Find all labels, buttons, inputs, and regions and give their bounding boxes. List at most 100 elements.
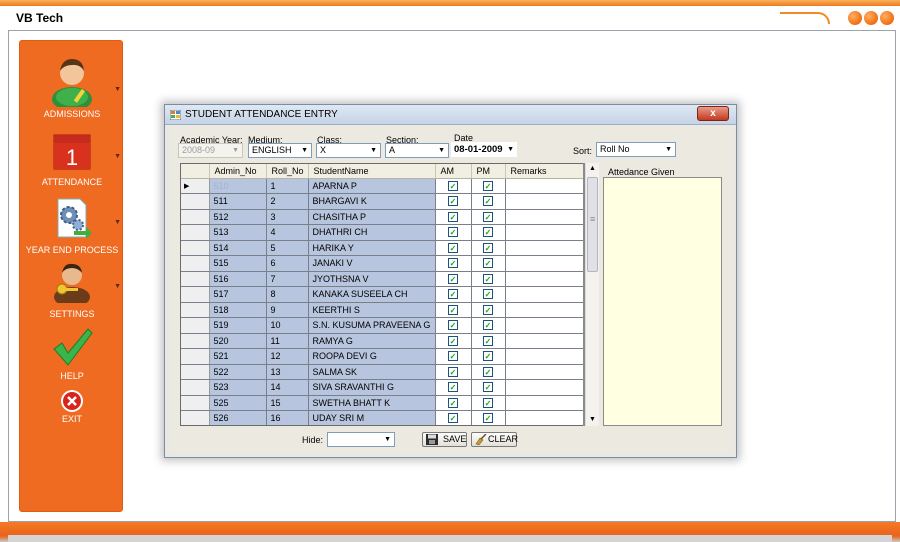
row-header[interactable] — [181, 395, 210, 411]
table-row[interactable]: 515 6 JANAKI V ✓ ✓ — [181, 255, 584, 272]
cell-admin-no[interactable]: 511 — [209, 193, 267, 210]
cell-admin-no[interactable]: 523 — [209, 379, 267, 396]
am-checkbox[interactable]: ✓ — [448, 196, 458, 207]
row-header[interactable] — [181, 255, 210, 272]
table-row[interactable]: 513 4 DHATHRI CH ✓ ✓ — [181, 224, 584, 241]
cell-student-name[interactable]: RAMYA G — [308, 333, 436, 349]
table-row[interactable]: 519 10 S.N. KUSUMA PRAVEENA G ✓ ✓ — [181, 317, 584, 334]
cell-admin-no[interactable]: 514 — [209, 240, 267, 256]
cell-admin-no[interactable]: 522 — [209, 364, 267, 380]
table-row[interactable]: 522 13 SALMA SK ✓ ✓ — [181, 364, 584, 380]
sidebar-item-attendance[interactable]: 1 ATTENDANCE ▼ — [20, 131, 124, 187]
table-row[interactable]: 525 15 SWETHA BHATT K ✓ ✓ — [181, 395, 584, 411]
pm-checkbox[interactable]: ✓ — [483, 366, 493, 377]
cell-roll-no[interactable]: 1 — [266, 178, 309, 194]
cell-roll-no[interactable]: 9 — [266, 302, 309, 318]
row-header[interactable] — [181, 193, 210, 210]
cell-roll-no[interactable]: 11 — [266, 333, 309, 349]
column-header-pm[interactable]: PM — [471, 164, 506, 179]
scroll-thumb[interactable] — [587, 177, 598, 272]
table-row[interactable]: 511 2 BHARGAVI K ✓ ✓ — [181, 193, 584, 210]
am-checkbox[interactable]: ✓ — [448, 304, 458, 315]
row-header[interactable] — [181, 317, 210, 334]
hide-select[interactable]: ▼ — [327, 432, 395, 447]
academic-year-select[interactable]: 2008-09 ▼ — [178, 143, 243, 158]
cell-remarks[interactable] — [505, 178, 584, 194]
pm-checkbox[interactable]: ✓ — [483, 227, 493, 238]
cell-remarks[interactable] — [505, 286, 584, 303]
cell-remarks[interactable] — [505, 240, 584, 256]
cell-student-name[interactable]: HARIKA Y — [308, 240, 436, 256]
medium-select[interactable]: ENGLISH ▼ — [248, 143, 312, 158]
cell-roll-no[interactable]: 15 — [266, 395, 309, 411]
am-checkbox[interactable]: ✓ — [448, 180, 458, 191]
row-header[interactable] — [181, 302, 210, 318]
cell-student-name[interactable]: KEERTHI S — [308, 302, 436, 318]
save-button[interactable]: SAVE — [422, 432, 467, 447]
cell-roll-no[interactable]: 10 — [266, 317, 309, 334]
table-row[interactable]: 520 11 RAMYA G ✓ ✓ — [181, 333, 584, 349]
cell-remarks[interactable] — [505, 317, 584, 334]
cell-admin-no[interactable]: 517 — [209, 286, 267, 303]
pm-checkbox[interactable]: ✓ — [483, 335, 493, 346]
pm-checkbox[interactable]: ✓ — [483, 320, 493, 331]
cell-student-name[interactable]: JYOTHSNA V — [308, 271, 436, 287]
am-checkbox[interactable]: ✓ — [448, 258, 458, 269]
table-row[interactable]: ▶ 510 1 APARNA P ✓ ✓ — [181, 178, 584, 194]
am-checkbox[interactable]: ✓ — [448, 211, 458, 222]
am-checkbox[interactable]: ✓ — [448, 273, 458, 284]
cell-student-name[interactable]: UDAY SRI M — [308, 410, 436, 425]
cell-remarks[interactable] — [505, 224, 584, 241]
pm-checkbox[interactable]: ✓ — [483, 413, 493, 424]
cell-student-name[interactable]: CHASITHA P — [308, 209, 436, 225]
attendance-grid[interactable]: Admin_No Roll_No StudentName AM PM Remar… — [180, 163, 599, 426]
cell-admin-no[interactable]: 520 — [209, 333, 267, 349]
date-picker[interactable]: 08-01-2009 ▼ — [451, 142, 517, 157]
pm-checkbox[interactable]: ✓ — [483, 351, 493, 362]
am-checkbox[interactable]: ✓ — [448, 227, 458, 238]
close-window-button[interactable] — [880, 11, 894, 25]
cell-remarks[interactable] — [505, 379, 584, 396]
sidebar-item-admissions[interactable]: ADMISSIONS ▼ — [20, 55, 124, 119]
cell-remarks[interactable] — [505, 333, 584, 349]
pm-checkbox[interactable]: ✓ — [483, 196, 493, 207]
table-row[interactable]: 512 3 CHASITHA P ✓ ✓ — [181, 209, 584, 225]
sidebar-item-year-end-process[interactable]: YEAR END PROCESS ▼ — [20, 197, 124, 255]
cell-roll-no[interactable]: 3 — [266, 209, 309, 225]
row-header[interactable] — [181, 240, 210, 256]
cell-roll-no[interactable]: 14 — [266, 379, 309, 396]
am-checkbox[interactable]: ✓ — [448, 382, 458, 393]
pm-checkbox[interactable]: ✓ — [483, 180, 493, 191]
column-header-roll-no[interactable]: Roll_No — [266, 164, 309, 179]
row-header[interactable] — [181, 209, 210, 225]
row-header[interactable] — [181, 271, 210, 287]
pm-checkbox[interactable]: ✓ — [483, 242, 493, 253]
cell-remarks[interactable] — [505, 209, 584, 225]
column-header-am[interactable]: AM — [435, 164, 472, 179]
table-row[interactable]: 514 5 HARIKA Y ✓ ✓ — [181, 240, 584, 256]
am-checkbox[interactable]: ✓ — [448, 320, 458, 331]
cell-admin-no[interactable]: 526 — [209, 410, 267, 425]
table-row[interactable]: 516 7 JYOTHSNA V ✓ ✓ — [181, 271, 584, 287]
cell-student-name[interactable]: SWETHA BHATT K — [308, 395, 436, 411]
cell-student-name[interactable]: BHARGAVI K — [308, 193, 436, 210]
sort-select[interactable]: Roll No ▼ — [596, 142, 676, 157]
cell-admin-no[interactable]: 512 — [209, 209, 267, 225]
sidebar-item-settings[interactable]: SETTINGS ▼ — [20, 259, 124, 319]
cell-roll-no[interactable]: 8 — [266, 286, 309, 303]
table-row[interactable]: 521 12 ROOPA DEVI G ✓ ✓ — [181, 348, 584, 365]
am-checkbox[interactable]: ✓ — [448, 335, 458, 346]
row-header[interactable] — [181, 333, 210, 349]
cell-roll-no[interactable]: 6 — [266, 255, 309, 272]
pm-checkbox[interactable]: ✓ — [483, 258, 493, 269]
cell-admin-no[interactable]: 521 — [209, 348, 267, 365]
scroll-down-icon[interactable]: ▼ — [586, 414, 599, 426]
pm-checkbox[interactable]: ✓ — [483, 289, 493, 300]
cell-remarks[interactable] — [505, 302, 584, 318]
clear-button[interactable]: CLEAR — [471, 432, 518, 447]
cell-remarks[interactable] — [505, 348, 584, 365]
grid-vertical-scrollbar[interactable]: ▲ ▼ — [585, 163, 599, 426]
cell-admin-no[interactable]: 519 — [209, 317, 267, 334]
am-checkbox[interactable]: ✓ — [448, 366, 458, 377]
class-select[interactable]: X ▼ — [316, 143, 381, 158]
